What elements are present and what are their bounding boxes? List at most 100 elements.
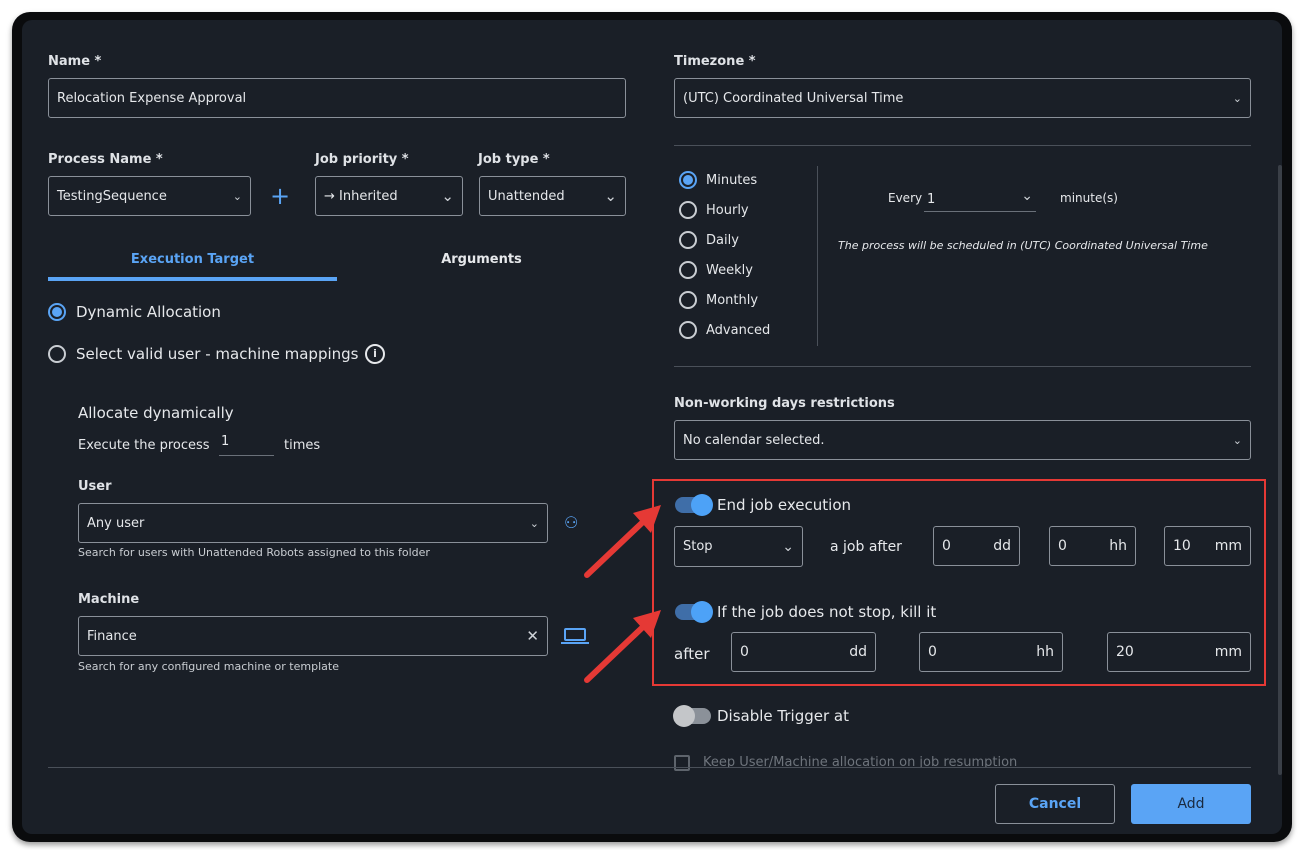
footer-divider	[48, 767, 1251, 768]
end-hh-value: 0	[1058, 538, 1067, 554]
scrollbar[interactable]	[1278, 165, 1282, 775]
keep-allocation-checkbox[interactable]	[674, 755, 690, 771]
timezone-value: (UTC) Coordinated Universal Time	[683, 90, 904, 106]
every-unit: minute(s)	[1060, 191, 1118, 205]
radio-user-machine-mappings[interactable]	[48, 345, 66, 363]
kill-job-label: If the job does not stop, kill it	[717, 603, 937, 621]
freq-monthly: Monthly	[706, 293, 759, 308]
process-name-label: Process Name *	[48, 152, 163, 167]
dynamic-allocation-label: Dynamic Allocation	[76, 303, 221, 321]
end-dd-value: 0	[942, 538, 951, 554]
tab-execution-target[interactable]: Execution Target	[48, 252, 337, 267]
tab-arguments[interactable]: Arguments	[337, 252, 626, 267]
chevron-down-icon: ⌄	[1232, 91, 1242, 105]
kill-job-toggle[interactable]	[675, 601, 713, 623]
job-type-value: Unattended	[488, 188, 565, 204]
divider	[674, 145, 1251, 146]
user-hint: Search for users with Unattended Robots …	[78, 546, 430, 559]
execute-prefix: Execute the process	[78, 438, 210, 453]
end-mm-input[interactable]: 10 mm	[1164, 526, 1251, 566]
after-label: after	[674, 645, 710, 663]
schedule-note: The process will be scheduled in (UTC) C…	[838, 239, 1208, 252]
freq-hourly: Hourly	[706, 203, 749, 218]
machine-value: Finance	[87, 628, 137, 644]
user-select[interactable]: Any user ⌄	[78, 503, 548, 543]
kill-hh-input[interactable]: 0 hh	[919, 632, 1063, 672]
arrow-kill-job	[584, 622, 648, 683]
mm-unit: mm	[1214, 538, 1242, 554]
vertical-divider	[817, 166, 818, 346]
radio-monthly[interactable]	[679, 291, 697, 309]
freq-advanced: Advanced	[706, 323, 771, 338]
machine-input[interactable]: Finance ✕	[78, 616, 548, 656]
job-priority-label: Job priority *	[315, 152, 409, 167]
radio-minutes[interactable]	[679, 171, 697, 189]
end-job-toggle[interactable]	[675, 494, 713, 516]
priority-value: → Inherited	[324, 188, 398, 204]
name-value: Relocation Expense Approval	[57, 90, 247, 106]
execute-count-input[interactable]: 1	[219, 434, 274, 456]
name-input[interactable]: Relocation Expense Approval	[48, 78, 626, 118]
disable-trigger-label: Disable Trigger at	[717, 707, 849, 725]
machine-label: Machine	[78, 592, 140, 607]
kill-dd-value: 0	[740, 644, 749, 660]
active-tab-indicator	[48, 277, 337, 281]
chevron-down-icon: ⌄	[782, 538, 794, 555]
annotation-arrows	[584, 505, 661, 683]
kill-dd-input[interactable]: 0 dd	[731, 632, 876, 672]
process-name-select[interactable]: TestingSequence ⌄	[48, 176, 251, 216]
kill-mm-input[interactable]: 20 mm	[1107, 632, 1251, 672]
kill-mm-value: 20	[1116, 644, 1134, 660]
end-dd-input[interactable]: 0 dd	[933, 526, 1020, 566]
calendar-value: No calendar selected.	[683, 432, 825, 448]
timezone-select[interactable]: (UTC) Coordinated Universal Time ⌄	[674, 78, 1251, 118]
user-value: Any user	[87, 515, 145, 531]
mm-unit: mm	[1214, 644, 1242, 660]
every-value: 1	[927, 192, 936, 207]
job-type-select[interactable]: Unattended ⌄	[479, 176, 626, 216]
every-select[interactable]: 1 ⌄	[924, 186, 1036, 212]
chevron-down-icon: ⌄	[1021, 188, 1033, 204]
freq-daily: Daily	[706, 233, 739, 248]
freq-weekly: Weekly	[706, 263, 753, 278]
mappings-label: Select valid user - machine mappings	[76, 345, 359, 363]
machine-hint: Search for any configured machine or tem…	[78, 660, 339, 673]
freq-minutes: Minutes	[706, 173, 758, 188]
dd-unit: dd	[993, 538, 1011, 554]
a-job-after-label: a job after	[830, 539, 902, 555]
name-label: Name *	[48, 54, 102, 69]
keep-allocation-label: Keep User/Machine allocation on job resu…	[703, 755, 1018, 767]
disable-trigger-toggle[interactable]	[673, 705, 711, 727]
user-label: User	[78, 479, 112, 494]
divider	[674, 366, 1251, 367]
calendar-label: Non-working days restrictions	[674, 396, 895, 411]
timezone-label: Timezone *	[674, 54, 756, 69]
chevron-down-icon: ⌄	[529, 516, 539, 530]
end-job-label: End job execution	[717, 496, 852, 514]
cancel-button[interactable]: Cancel	[995, 784, 1115, 824]
end-mm-value: 10	[1173, 538, 1191, 554]
hh-unit: hh	[1036, 644, 1054, 660]
execute-suffix: times	[284, 438, 321, 453]
hh-unit: hh	[1109, 538, 1127, 554]
add-button[interactable]: Add	[1131, 784, 1251, 824]
clear-icon[interactable]: ✕	[526, 627, 539, 645]
radio-dynamic-allocation[interactable]	[48, 303, 66, 321]
end-hh-input[interactable]: 0 hh	[1049, 526, 1136, 566]
arrow-end-job	[584, 517, 648, 578]
radio-weekly[interactable]	[679, 261, 697, 279]
end-action-select[interactable]: Stop ⌄	[674, 526, 803, 567]
chevron-down-icon: ⌄	[1232, 433, 1242, 447]
job-type-label: Job type *	[478, 152, 550, 167]
radio-hourly[interactable]	[679, 201, 697, 219]
every-label: Every	[888, 191, 923, 205]
job-priority-select[interactable]: → Inherited ⌄	[315, 176, 463, 216]
chevron-down-icon: ⌄	[604, 187, 617, 205]
end-action-value: Stop	[683, 539, 713, 554]
radio-daily[interactable]	[679, 231, 697, 249]
calendar-select[interactable]: No calendar selected. ⌄	[674, 420, 1251, 460]
info-icon[interactable]: i	[365, 344, 385, 364]
dd-unit: dd	[849, 644, 867, 660]
radio-advanced[interactable]	[679, 321, 697, 339]
add-process-button[interactable]: +	[270, 182, 290, 210]
